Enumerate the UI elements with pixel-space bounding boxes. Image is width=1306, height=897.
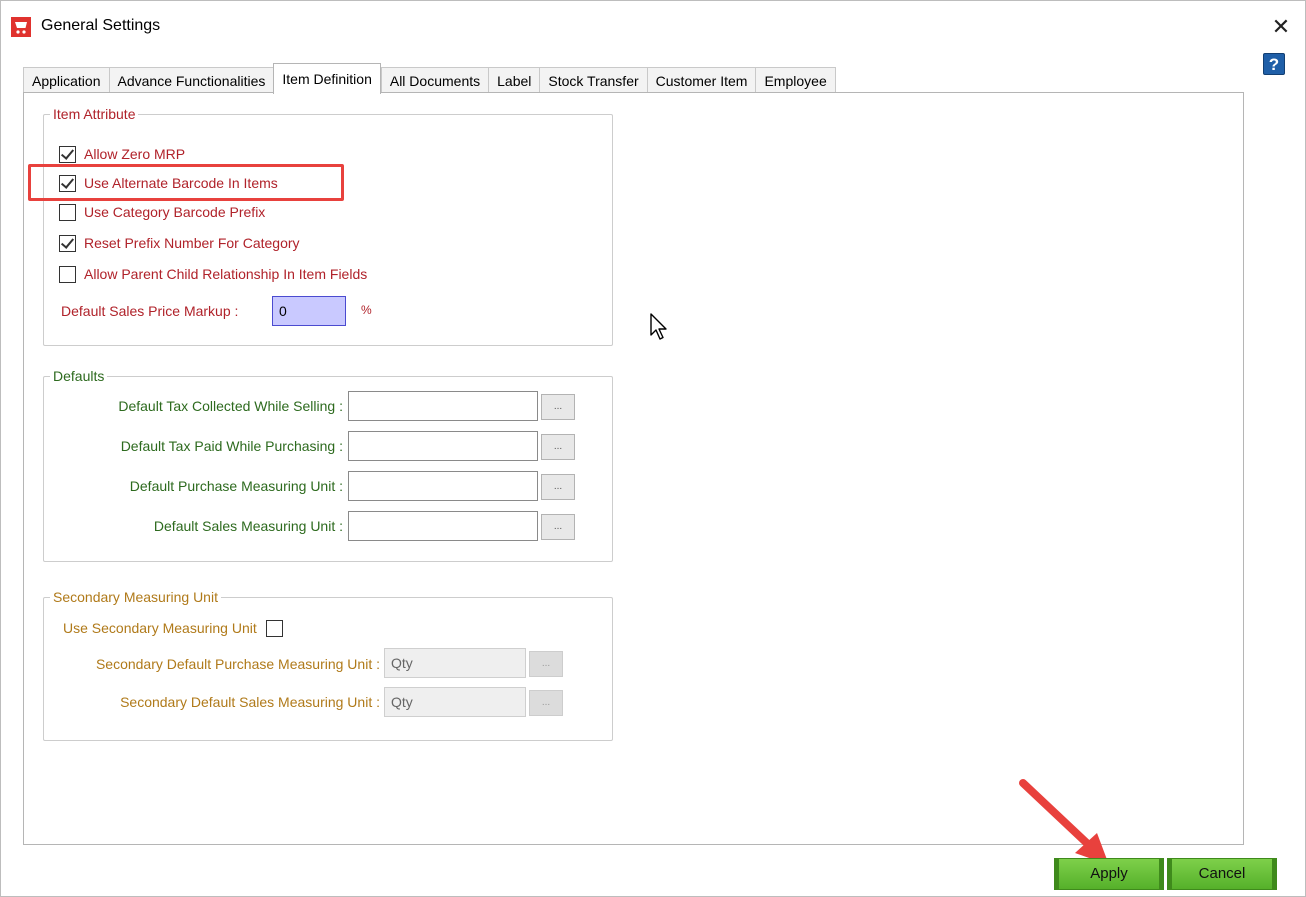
- secondary-measuring-unit-legend: Secondary Measuring Unit: [53, 589, 218, 605]
- secondary-purchase-unit-browse-button[interactable]: ...: [529, 651, 563, 677]
- use-category-barcode-prefix-checkbox[interactable]: [59, 203, 76, 221]
- allow-parent-child-checkbox[interactable]: [59, 265, 76, 283]
- general-settings-window: General Settings ✕ ? Application Advance…: [0, 0, 1306, 897]
- default-sales-price-markup-input[interactable]: [272, 296, 346, 326]
- tab-stock-transfer[interactable]: Stock Transfer: [539, 67, 647, 94]
- secondary-sales-unit-label: Secondary Default Sales Measuring Unit :: [120, 694, 380, 710]
- close-button[interactable]: ✕: [1267, 13, 1295, 41]
- tab-label[interactable]: Label: [488, 67, 540, 94]
- allow-parent-child-option[interactable]: Allow Parent Child Relationship In Item …: [59, 263, 367, 285]
- tab-all-documents[interactable]: All Documents: [380, 67, 489, 94]
- tab-application[interactable]: Application: [23, 67, 109, 94]
- allow-zero-mrp-label: Allow Zero MRP: [84, 146, 186, 162]
- apply-button[interactable]: Apply: [1054, 858, 1164, 890]
- reset-prefix-number-option[interactable]: Reset Prefix Number For Category: [59, 232, 300, 254]
- default-tax-paid-browse-button[interactable]: ...: [541, 434, 575, 460]
- default-sales-price-markup-label: Default Sales Price Markup :: [61, 303, 239, 319]
- settings-tabs: Application Advance Functionalities Item…: [23, 63, 836, 94]
- secondary-purchase-unit-label: Secondary Default Purchase Measuring Uni…: [95, 656, 380, 672]
- default-tax-collected-input[interactable]: [348, 391, 538, 421]
- use-alternate-barcode-label: Use Alternate Barcode In Items: [84, 175, 278, 191]
- use-secondary-unit-checkbox[interactable]: [265, 619, 283, 637]
- default-sales-unit-label: Default Sales Measuring Unit :: [153, 518, 343, 534]
- tab-advance-functionalities[interactable]: Advance Functionalities: [108, 67, 274, 94]
- use-alternate-barcode-option[interactable]: Use Alternate Barcode In Items: [59, 172, 278, 194]
- markup-percent-unit: %: [361, 303, 372, 317]
- default-sales-unit-input[interactable]: [348, 511, 538, 541]
- use-secondary-unit-option[interactable]: Use Secondary Measuring Unit: [63, 617, 291, 639]
- reset-prefix-number-checkbox[interactable]: [59, 234, 76, 252]
- tab-item-definition[interactable]: Item Definition: [273, 63, 381, 94]
- use-secondary-unit-label: Use Secondary Measuring Unit: [63, 620, 257, 636]
- default-tax-paid-label: Default Tax Paid While Purchasing :: [120, 438, 343, 454]
- tab-customer-item[interactable]: Customer Item: [646, 67, 756, 94]
- default-sales-unit-browse-button[interactable]: ...: [541, 514, 575, 540]
- secondary-purchase-unit-input[interactable]: [384, 648, 526, 678]
- default-tax-collected-label: Default Tax Collected While Selling :: [118, 398, 343, 414]
- default-tax-collected-browse-button[interactable]: ...: [541, 394, 575, 420]
- shopping-cart-icon: [11, 17, 31, 37]
- secondary-sales-unit-browse-button[interactable]: ...: [529, 690, 563, 716]
- red-arrow-annotation-icon: [1019, 779, 1109, 865]
- default-purchase-unit-browse-button[interactable]: ...: [541, 474, 575, 500]
- allow-parent-child-label: Allow Parent Child Relationship In Item …: [84, 266, 368, 282]
- default-purchase-unit-input[interactable]: [348, 471, 538, 501]
- allow-zero-mrp-checkbox[interactable]: [59, 145, 76, 163]
- allow-zero-mrp-option[interactable]: Allow Zero MRP: [59, 143, 185, 165]
- default-tax-paid-input[interactable]: [348, 431, 538, 461]
- item-attribute-legend: Item Attribute: [53, 106, 136, 122]
- mouse-pointer-icon: [650, 313, 667, 340]
- secondary-sales-unit-input[interactable]: [384, 687, 526, 717]
- window-title: General Settings: [41, 17, 161, 34]
- reset-prefix-number-label: Reset Prefix Number For Category: [84, 235, 300, 251]
- cancel-button[interactable]: Cancel: [1167, 858, 1277, 890]
- use-category-barcode-prefix-label: Use Category Barcode Prefix: [84, 204, 266, 220]
- use-alternate-barcode-checkbox[interactable]: [59, 174, 76, 192]
- default-purchase-unit-label: Default Purchase Measuring Unit :: [129, 478, 343, 494]
- use-category-barcode-prefix-option[interactable]: Use Category Barcode Prefix: [59, 201, 265, 223]
- help-button[interactable]: ?: [1263, 53, 1285, 75]
- title-bar: General Settings ✕: [1, 1, 1305, 51]
- tab-employee[interactable]: Employee: [755, 67, 836, 94]
- defaults-legend: Defaults: [53, 368, 105, 384]
